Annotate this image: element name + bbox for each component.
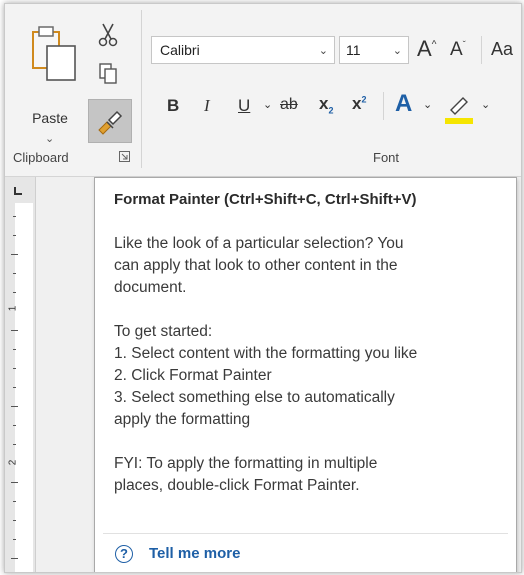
tooltip-line: 1. Select content with the formatting yo… xyxy=(114,345,418,362)
chevron-down-icon[interactable]: ⌄ xyxy=(45,132,54,145)
ruler-tick xyxy=(11,330,18,331)
font-name-value: Calibri xyxy=(160,42,200,58)
ruler-number-2: 2 xyxy=(7,459,19,466)
font-size-combo[interactable]: 11 ⌄ xyxy=(339,36,409,64)
divider xyxy=(383,92,384,120)
ruler-tick xyxy=(11,406,18,407)
ruler-tick xyxy=(13,216,16,217)
ruler-tick xyxy=(11,254,18,255)
tooltip-line: 2. Click Format Painter xyxy=(114,367,272,384)
ruler-tick xyxy=(13,368,16,369)
tell-me-more-link[interactable]: Tell me more xyxy=(149,545,240,562)
text-effects-button[interactable]: A xyxy=(395,90,412,118)
ruler-tick xyxy=(13,292,16,293)
ruler-tick xyxy=(13,520,16,521)
tooltip-divider xyxy=(103,533,508,534)
tooltip-line: FYI: To apply the formatting in multiple xyxy=(114,455,378,472)
ruler-tick xyxy=(13,349,16,350)
grow-font-button[interactable]: A^ xyxy=(417,36,436,62)
bold-button[interactable]: B xyxy=(167,96,179,116)
format-painter-button[interactable] xyxy=(88,99,132,143)
paste-label: Paste xyxy=(32,110,68,126)
tooltip-line: Like the look of a particular selection?… xyxy=(114,235,404,252)
paste-button[interactable]: Paste ⌄ xyxy=(15,24,77,145)
ruler-number-1: 1 xyxy=(7,305,19,312)
chevron-down-icon[interactable]: ⌄ xyxy=(263,98,272,111)
word-window: Paste ⌄ Clipboard Calibri ⌄ 11 ⌄ A^ Aˇ A… xyxy=(4,3,522,573)
divider xyxy=(481,36,482,64)
ruler-tick xyxy=(13,273,16,274)
ruler-tick xyxy=(13,444,16,445)
font-size-value: 11 xyxy=(346,42,361,58)
format-painter-tooltip: Format Painter (Ctrl+Shift+C, Ctrl+Shift… xyxy=(94,177,517,572)
highlight-button[interactable] xyxy=(441,92,477,128)
format-painter-icon xyxy=(98,110,123,135)
highlighter-icon xyxy=(445,97,473,124)
ruler-tick xyxy=(13,387,16,388)
help-icon[interactable]: ? xyxy=(115,545,133,563)
tooltip-line: places, double-click Format Painter. xyxy=(114,477,360,494)
ribbon: Paste ⌄ Clipboard Calibri ⌄ 11 ⌄ A^ Aˇ A… xyxy=(5,4,521,177)
tooltip-line: can apply that look to other content in … xyxy=(114,257,398,274)
grow-font-icon: A xyxy=(417,36,432,61)
chevron-down-icon[interactable]: ⌄ xyxy=(423,98,432,111)
chevron-down-icon[interactable]: ⌄ xyxy=(481,98,490,111)
dialog-launcher-icon[interactable] xyxy=(119,151,130,162)
ruler-tick xyxy=(11,558,18,559)
tooltip-line: To get started: xyxy=(114,323,213,340)
ruler-tick xyxy=(13,501,16,502)
group-divider xyxy=(141,10,142,168)
tooltip-line: 3. Select something else to automaticall… xyxy=(114,389,395,406)
shrink-font-icon: A xyxy=(450,39,463,60)
subscript-button[interactable]: x2 xyxy=(319,94,333,115)
vertical-ruler xyxy=(5,177,35,572)
ruler-tick xyxy=(11,482,18,483)
font-group-label: Font xyxy=(373,150,400,165)
tab-selector[interactable] xyxy=(14,187,22,195)
paste-icon xyxy=(32,26,76,81)
ruler-tick xyxy=(13,425,16,426)
change-case-button[interactable]: Aa xyxy=(491,39,513,60)
text-effects-icon: A xyxy=(395,90,413,117)
chevron-down-icon[interactable]: ⌄ xyxy=(319,44,328,57)
superscript-button[interactable]: x2 xyxy=(352,94,366,114)
tooltip-line: apply the formatting xyxy=(114,411,251,428)
strikethrough-button[interactable]: ab xyxy=(280,96,298,114)
clipboard-group-label: Clipboard xyxy=(13,150,69,165)
copy-icon[interactable] xyxy=(98,62,120,86)
underline-button[interactable]: U xyxy=(238,96,250,116)
shrink-font-button[interactable]: Aˇ xyxy=(450,39,466,61)
chevron-down-icon[interactable]: ⌄ xyxy=(393,44,402,57)
tooltip-title: Format Painter (Ctrl+Shift+C, Ctrl+Shift… xyxy=(114,191,417,208)
ruler-tick xyxy=(13,539,16,540)
font-name-combo[interactable]: Calibri ⌄ xyxy=(151,36,335,64)
ruler-tick xyxy=(13,235,16,236)
change-case-icon: Aa xyxy=(491,39,514,59)
cut-icon[interactable] xyxy=(97,22,119,48)
italic-button[interactable]: I xyxy=(204,96,210,116)
tooltip-line: document. xyxy=(114,279,187,296)
